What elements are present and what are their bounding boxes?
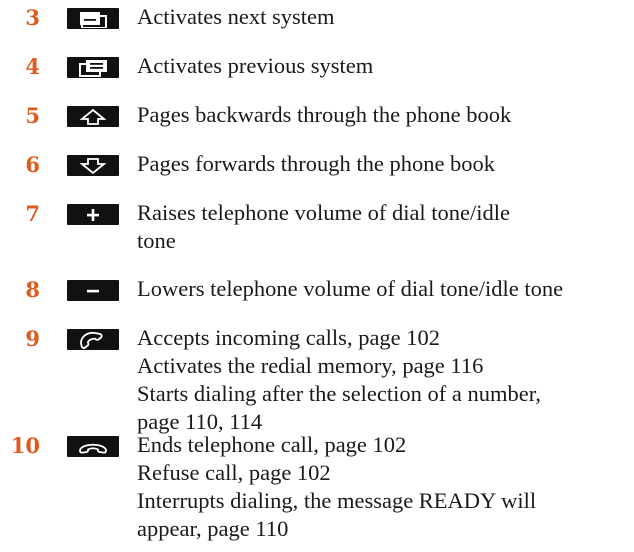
description-line: tone bbox=[137, 228, 176, 253]
description-line: Lowers telephone volume of dial tone/idl… bbox=[137, 276, 564, 301]
item-description: Lowers telephone volume of dial tone/idl… bbox=[137, 275, 627, 303]
item-number: 10 bbox=[10, 433, 40, 458]
description-line: Interrupts dialing, the message READY wi… bbox=[137, 488, 537, 513]
item-number: 8 bbox=[25, 277, 40, 302]
item-number: 4 bbox=[25, 54, 40, 79]
item-description: Pages backwards through the phone book bbox=[137, 101, 627, 129]
next-system-icon bbox=[67, 8, 119, 29]
item-number: 6 bbox=[25, 152, 40, 177]
description-line: Accepts incoming calls, page 102 bbox=[137, 325, 441, 350]
description-line: Ends telephone call, page 102 bbox=[137, 432, 407, 457]
description-line: Raises telephone volume of dial tone/idl… bbox=[137, 200, 511, 225]
description-line: Pages forwards through the phone book bbox=[137, 151, 496, 176]
handset-onhook-icon bbox=[67, 436, 119, 457]
item-description: Raises telephone volume of dial tone/idl… bbox=[137, 199, 627, 255]
description-line: Starts dialing after the selection of a … bbox=[137, 381, 541, 406]
item-description: Activates previous system bbox=[137, 52, 627, 80]
item-number: 9 bbox=[25, 326, 40, 351]
minus-icon bbox=[67, 280, 119, 301]
description-line: Pages backwards through the phone book bbox=[137, 102, 512, 127]
item-description: Accepts incoming calls, page 102 Activat… bbox=[137, 324, 627, 436]
item-description: Ends telephone call, page 102 Refuse cal… bbox=[137, 431, 627, 543]
description-line: Activates next system bbox=[137, 4, 335, 29]
item-number: 3 bbox=[25, 5, 40, 30]
page-up-arrow-icon bbox=[67, 106, 119, 127]
description-line: appear, page 110 bbox=[137, 516, 289, 541]
item-number: 7 bbox=[25, 201, 40, 226]
description-line: Activates previous system bbox=[137, 53, 374, 78]
item-description: Activates next system bbox=[137, 3, 627, 31]
item-description: Pages forwards through the phone book bbox=[137, 150, 627, 178]
handset-offhook-icon bbox=[67, 329, 119, 350]
item-number: 5 bbox=[25, 103, 40, 128]
previous-system-icon bbox=[67, 57, 119, 78]
description-line: Refuse call, page 102 bbox=[137, 460, 331, 485]
page-down-arrow-icon bbox=[67, 155, 119, 176]
plus-icon bbox=[67, 204, 119, 225]
description-line: Activates the redial memory, page 116 bbox=[137, 353, 484, 378]
